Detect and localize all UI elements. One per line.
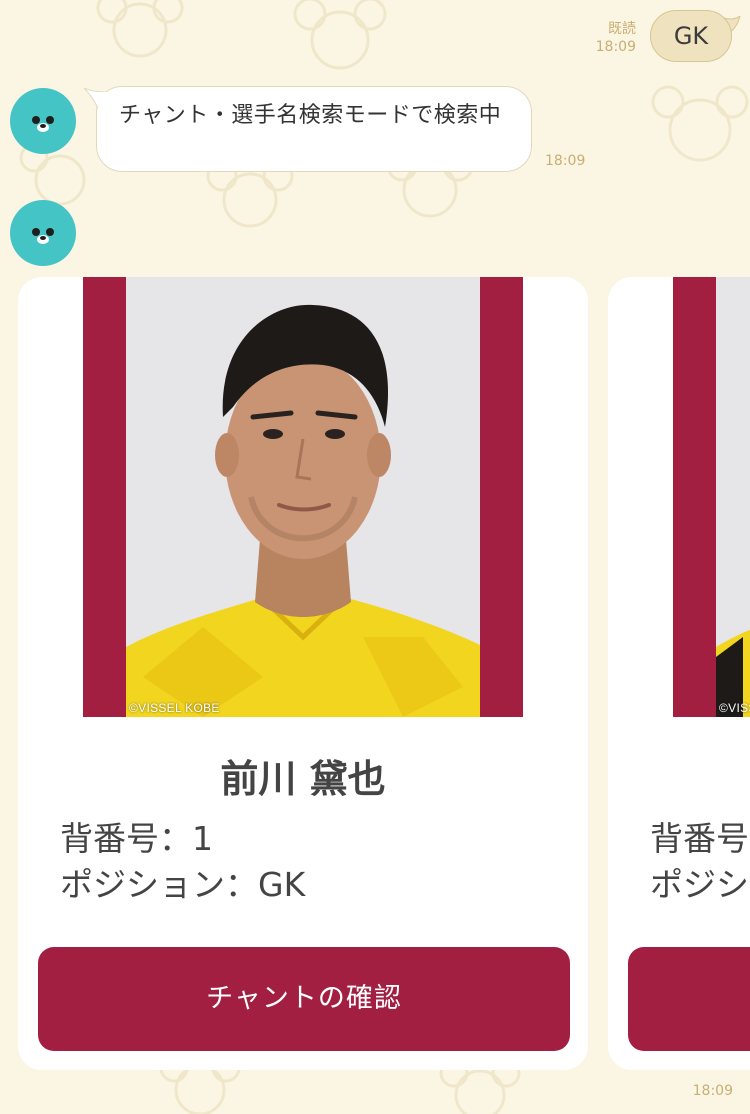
player-portrait-image (83, 277, 523, 717)
bot-avatar[interactable] (10, 200, 76, 266)
player-number: 背番号：1 (60, 819, 213, 858)
bear-face-icon (37, 235, 49, 244)
read-receipt: 既読 (608, 21, 636, 37)
incoming-message-bubble[interactable]: チャント・選手名検索モードで検索中 (96, 86, 532, 172)
photo-credit: ©VISSEL KOBE (129, 701, 220, 715)
incoming-bubble-tail (84, 88, 108, 110)
photo-credit: ©VISSEL KOBE (719, 701, 750, 715)
avatar-right-eye (46, 228, 54, 236)
outgoing-timestamp: 18:09 (595, 39, 636, 55)
player-name: 前川 黛也 (220, 757, 386, 801)
incoming-timestamp: 18:09 (545, 153, 586, 169)
player-position: ポジション： (650, 865, 750, 904)
player-portrait-image (673, 277, 750, 717)
carousel-timestamp: 18:09 (692, 1083, 733, 1099)
player-photo: ©VISSEL KOBE (83, 277, 523, 717)
player-number: 背番号： (650, 819, 750, 858)
player-card[interactable]: ©VISSEL KOBE 前川 黛也 背番号：1 ポジション：GK チャントの確… (18, 277, 588, 1070)
player-card[interactable]: ©VISSEL KOBE 背番号： ポジション： (608, 277, 750, 1070)
check-chant-button[interactable] (628, 947, 750, 1051)
player-carousel[interactable]: ©VISSEL KOBE 前川 黛也 背番号：1 ポジション：GK チャントの確… (18, 277, 750, 1072)
bear-face-icon (37, 123, 49, 132)
avatar-right-eye (46, 116, 54, 124)
check-chant-button[interactable]: チャントの確認 (38, 947, 570, 1051)
outgoing-message-meta: 既読 18:09 (596, 20, 636, 56)
bot-avatar[interactable] (10, 88, 76, 154)
player-position: ポジション：GK (60, 865, 306, 904)
outgoing-message-bubble[interactable]: GK (650, 10, 732, 62)
player-photo: ©VISSEL KOBE (673, 277, 750, 717)
